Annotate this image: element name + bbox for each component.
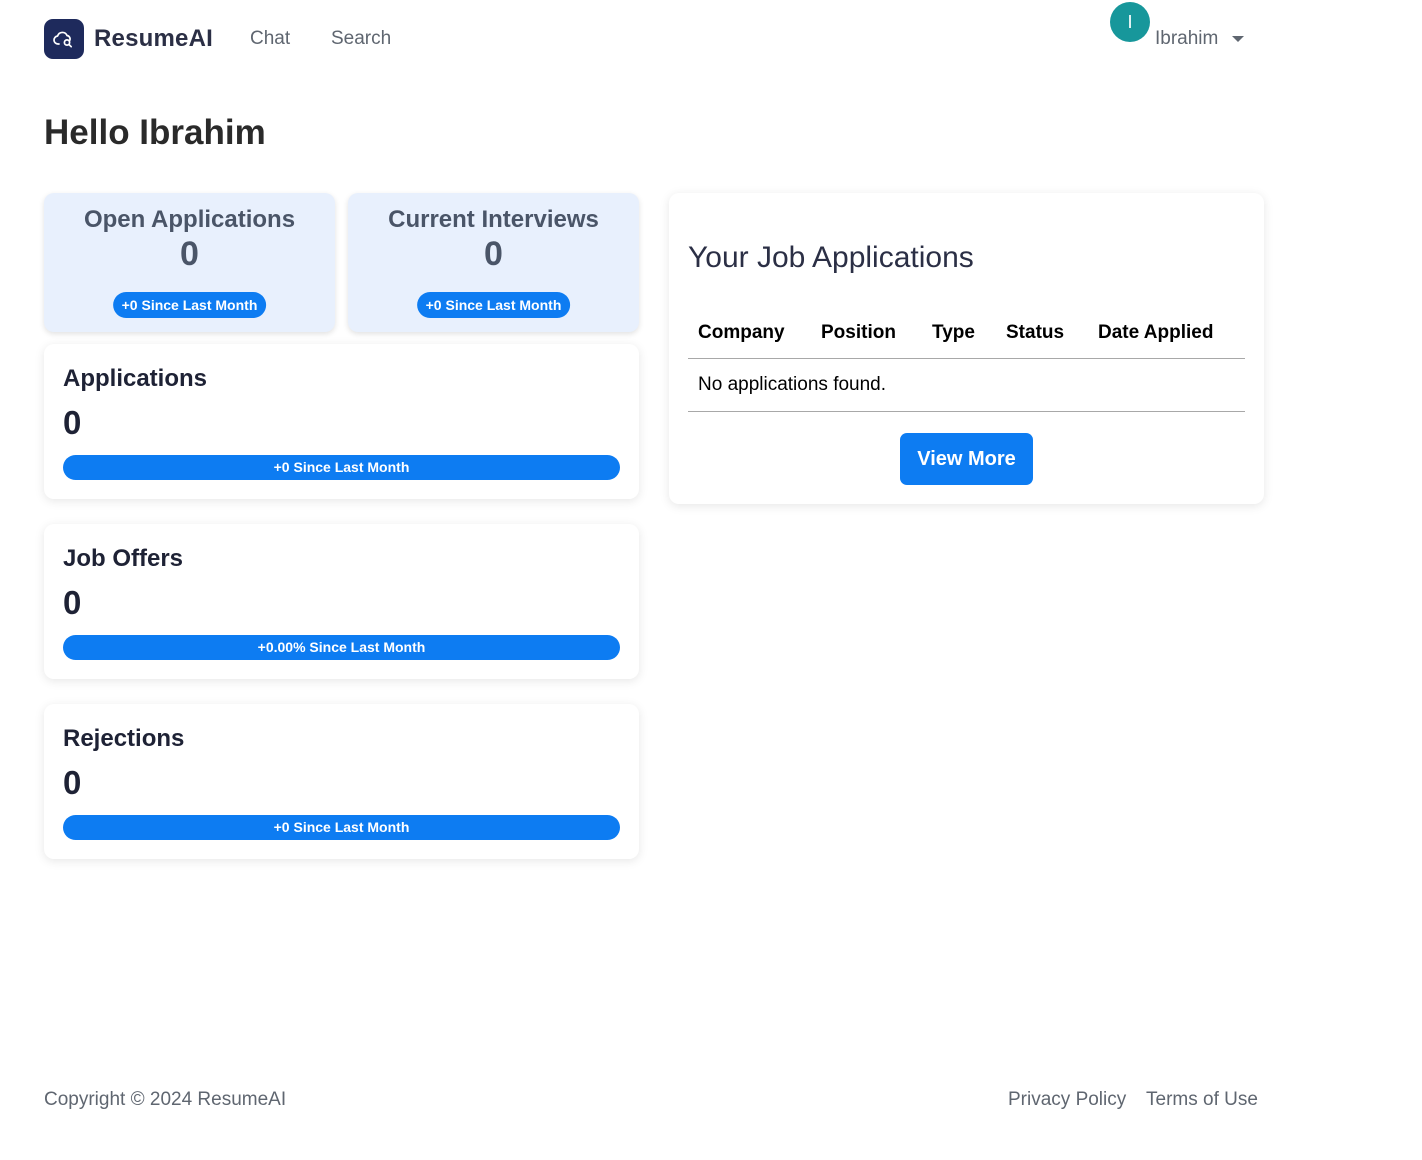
- metric-value: 0: [63, 584, 82, 621]
- table-header-row: Company Position Type Status Date Applie…: [688, 309, 1245, 359]
- current-interviews-tile: Current Interviews 0 +0 Since Last Month: [348, 193, 639, 332]
- tile-title: Open Applications: [83, 206, 296, 233]
- column-header-position: Position: [821, 322, 896, 343]
- metric-title: Applications: [63, 365, 208, 392]
- avatar: I: [1110, 2, 1150, 42]
- caret-down-icon: [1232, 36, 1244, 42]
- cloud-search-icon: [44, 19, 84, 59]
- brand-name: ResumeAI: [94, 25, 213, 52]
- tile-badge: +0 Since Last Month: [112, 292, 267, 318]
- metric-title: Rejections: [63, 725, 185, 752]
- brand-link[interactable]: ResumeAI: [44, 19, 213, 59]
- column-header-type: Type: [932, 322, 975, 343]
- page-title: Hello Ibrahim: [44, 113, 266, 152]
- column-header-date-applied: Date Applied: [1098, 322, 1214, 343]
- table-row: No applications found.: [688, 359, 1245, 412]
- copyright-text: Copyright © 2024 ResumeAI: [44, 1089, 287, 1110]
- empty-message: No applications found.: [698, 374, 887, 395]
- view-more-button[interactable]: View More: [900, 433, 1033, 485]
- metric-value: 0: [63, 404, 82, 441]
- user-name: Ibrahim: [1155, 28, 1219, 49]
- job-applications-title: Your Job Applications: [688, 241, 974, 274]
- tile-value: 0: [180, 235, 199, 273]
- applications-card: Applications 0 +0 Since Last Month: [44, 344, 639, 499]
- navbar: ResumeAI Chat Search I Ibrahim: [0, 0, 1422, 80]
- metric-change-bar: +0 Since Last Month: [63, 815, 620, 840]
- column-header-status: Status: [1006, 322, 1065, 343]
- metric-title: Job Offers: [63, 545, 184, 572]
- privacy-policy-link[interactable]: Privacy Policy: [1008, 1089, 1126, 1111]
- user-menu-toggle[interactable]: I Ibrahim: [1110, 2, 1260, 62]
- metric-change-bar: +0.00% Since Last Month: [63, 635, 620, 660]
- job-offers-card: Job Offers 0 +0.00% Since Last Month: [44, 524, 639, 679]
- tile-title: Current Interviews: [388, 206, 599, 233]
- nav-search-link[interactable]: Search: [331, 28, 391, 50]
- terms-of-use-link[interactable]: Terms of Use: [1146, 1089, 1258, 1111]
- column-header-company: Company: [698, 322, 785, 343]
- rejections-card: Rejections 0 +0 Since Last Month: [44, 704, 639, 859]
- metric-change-bar: +0 Since Last Month: [63, 455, 620, 480]
- job-applications-card: Your Job Applications Company Position T…: [669, 193, 1264, 504]
- tile-badge: +0 Since Last Month: [416, 292, 571, 318]
- open-applications-tile: Open Applications 0 +0 Since Last Month: [44, 193, 335, 332]
- job-applications-table: Company Position Type Status Date Applie…: [688, 309, 1245, 412]
- nav-chat-link[interactable]: Chat: [250, 28, 290, 50]
- tile-value: 0: [484, 235, 503, 273]
- metric-value: 0: [63, 764, 82, 801]
